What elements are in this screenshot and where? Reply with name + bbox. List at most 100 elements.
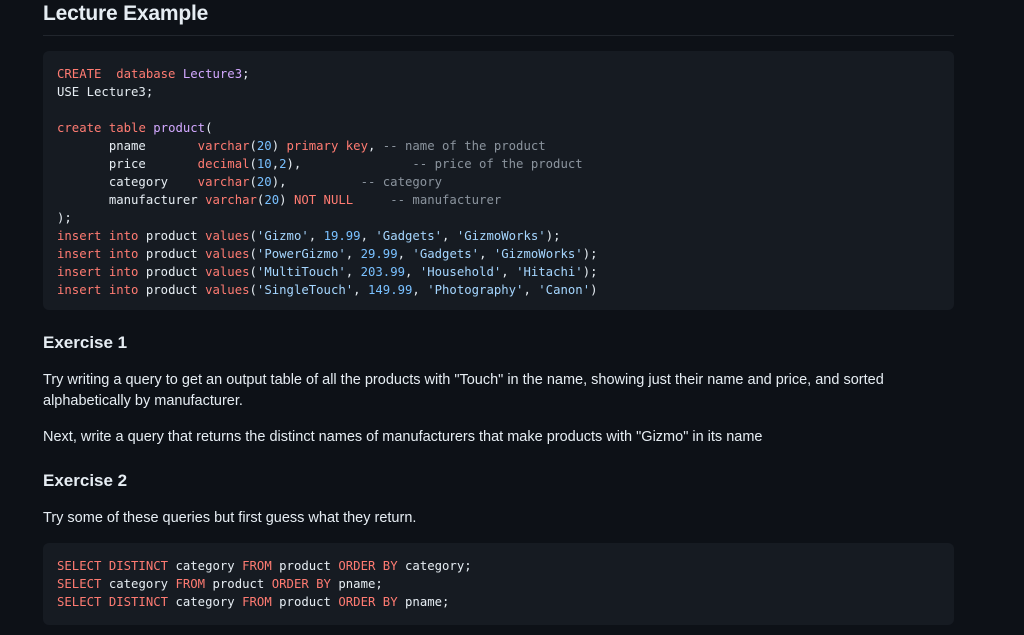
code-line: manufacturer varchar(20) NOT NULL -- man… bbox=[57, 193, 501, 207]
code-token: ( bbox=[249, 283, 257, 297]
page-title: Lecture Example bbox=[43, 2, 209, 25]
code-token: FROM bbox=[242, 559, 272, 573]
code-token: ORDER BY bbox=[271, 577, 331, 591]
code-token: , bbox=[345, 247, 361, 261]
code-token: , bbox=[479, 247, 494, 261]
code-token: category bbox=[168, 559, 243, 573]
code-line: price decimal(10,2), -- price of the pro… bbox=[57, 157, 583, 171]
code-token: ( bbox=[249, 139, 257, 153]
code-line: USE Lecture3; bbox=[57, 85, 153, 99]
code-token: Lecture3 bbox=[182, 67, 243, 81]
code-token: , bbox=[271, 157, 280, 171]
code-token: 203.99 bbox=[360, 265, 405, 279]
code-token: category bbox=[168, 595, 243, 609]
code-token: values bbox=[205, 265, 250, 279]
code-line: CREATE database Lecture3; bbox=[57, 67, 250, 81]
code-token: ORDER BY bbox=[338, 559, 398, 573]
code-token: ) bbox=[590, 283, 598, 297]
code-line: category varchar(20), -- category bbox=[57, 175, 442, 189]
code-token: 'PowerGizmo' bbox=[256, 247, 346, 261]
code-token: 'Gadgets' bbox=[375, 229, 443, 243]
code-token: into bbox=[108, 265, 139, 279]
code-token: 2 bbox=[279, 157, 287, 171]
code-token: varchar bbox=[197, 139, 250, 153]
code-token: ), bbox=[271, 175, 361, 189]
code-token: primary key bbox=[286, 139, 368, 153]
lecture-page: Lecture Example CREATE database Lecture3… bbox=[0, 0, 1024, 635]
code-token: ), bbox=[286, 157, 413, 171]
exercise2-code: SELECT DISTINCT category FROM product OR… bbox=[57, 557, 472, 611]
code-token: ); bbox=[545, 229, 561, 243]
code-line: insert into product values('SingleTouch'… bbox=[57, 283, 598, 297]
code-token: CREATE bbox=[57, 67, 102, 81]
code-token: ) bbox=[271, 139, 287, 153]
code-token: product bbox=[271, 595, 339, 609]
code-token: 149.99 bbox=[367, 283, 413, 297]
code-token: table bbox=[108, 121, 146, 135]
code-token: price bbox=[57, 157, 198, 171]
code-token: 'GizmoWorks' bbox=[456, 229, 546, 243]
code-token: ( bbox=[249, 175, 257, 189]
code-token: product bbox=[138, 283, 206, 297]
code-line: insert into product values('MultiTouch',… bbox=[57, 265, 598, 279]
code-line: create table product( bbox=[57, 121, 213, 135]
exercise2-code-block: SELECT DISTINCT category FROM product OR… bbox=[43, 543, 954, 625]
code-token: 'Photography' bbox=[427, 283, 524, 297]
code-token: ); bbox=[57, 211, 72, 225]
code-token: 10 bbox=[256, 157, 272, 171]
code-token: NOT NULL bbox=[293, 193, 354, 207]
code-token: ); bbox=[582, 265, 598, 279]
code-token: values bbox=[205, 229, 250, 243]
code-line: ); bbox=[57, 211, 72, 225]
code-token: insert bbox=[57, 283, 102, 297]
lecture-code-block: CREATE database Lecture3; USE Lecture3; … bbox=[43, 51, 954, 310]
code-line: SELECT DISTINCT category FROM product OR… bbox=[57, 595, 449, 609]
code-token: ( bbox=[205, 121, 213, 135]
code-token: pname; bbox=[330, 577, 383, 591]
code-token: category; bbox=[397, 559, 472, 573]
code-token: 'SingleTouch' bbox=[256, 283, 354, 297]
code-token: 29.99 bbox=[360, 247, 398, 261]
code-token: ( bbox=[249, 247, 257, 261]
code-token: manufacturer bbox=[57, 193, 206, 207]
code-token: insert bbox=[57, 265, 102, 279]
code-token: insert bbox=[57, 247, 102, 261]
code-token: decimal bbox=[197, 157, 250, 171]
exercise1-paragraph-2: Next, write a query that returns the dis… bbox=[43, 429, 763, 445]
code-token: -- price of the product bbox=[412, 157, 583, 171]
code-token: product bbox=[138, 247, 206, 261]
code-token: , bbox=[397, 247, 413, 261]
exercise2-heading: Exercise 2 bbox=[43, 471, 128, 490]
code-token: category bbox=[57, 175, 198, 189]
code-token: values bbox=[205, 247, 250, 261]
code-token: SELECT bbox=[57, 577, 102, 591]
code-token: 'Canon' bbox=[538, 283, 591, 297]
code-token: varchar bbox=[205, 193, 257, 207]
code-token: into bbox=[108, 229, 139, 243]
code-line: insert into product values('PowerGizmo',… bbox=[57, 247, 598, 261]
code-token: into bbox=[108, 247, 139, 261]
code-token: -- manufacturer bbox=[390, 193, 502, 207]
code-token: , bbox=[442, 229, 457, 243]
code-token: ( bbox=[249, 157, 257, 171]
code-token: ) bbox=[279, 193, 294, 207]
exercise1-heading: Exercise 1 bbox=[43, 333, 128, 352]
code-token: SELECT DISTINCT bbox=[57, 559, 169, 573]
code-token: product bbox=[138, 265, 206, 279]
code-token: 19.99 bbox=[323, 229, 361, 243]
code-token: 20 bbox=[256, 175, 272, 189]
code-token: -- category bbox=[360, 175, 442, 189]
code-token: , bbox=[308, 229, 324, 243]
code-token: product bbox=[153, 121, 206, 135]
code-token: product bbox=[271, 559, 339, 573]
code-line: pname varchar(20) primary key, -- name o… bbox=[57, 139, 546, 153]
code-token: pname bbox=[57, 139, 198, 153]
code-token: 'Gadgets' bbox=[412, 247, 480, 261]
code-token: 'Hitachi' bbox=[516, 265, 583, 279]
code-token: 20 bbox=[256, 139, 272, 153]
code-token: into bbox=[108, 283, 139, 297]
